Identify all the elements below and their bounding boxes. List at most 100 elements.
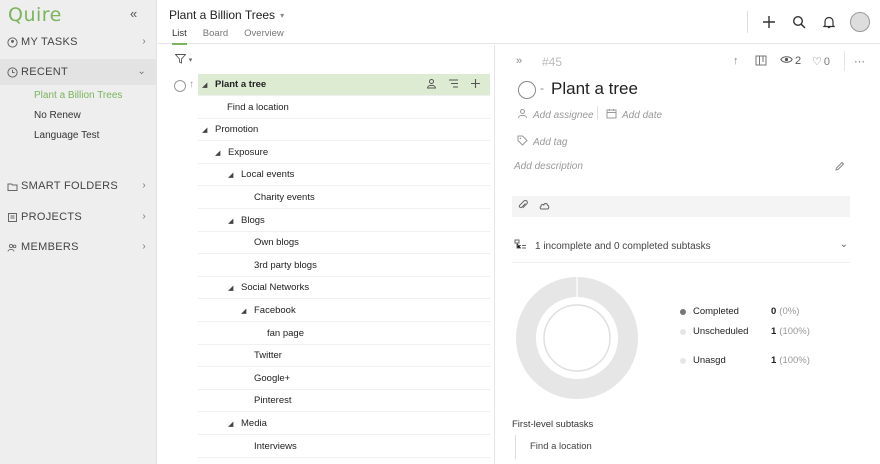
- watchers[interactable]: 2: [780, 55, 801, 67]
- legend-percent: (0%): [779, 306, 800, 317]
- filter-icon[interactable]: ▾: [174, 54, 192, 67]
- task-row[interactable]: ◢ Blogs: [198, 210, 490, 232]
- task-label: Google+: [254, 373, 291, 384]
- sidebar-item-smart-folders[interactable]: SMART FOLDERS ›: [0, 173, 157, 199]
- recent-item[interactable]: Plant a Billion Trees: [34, 90, 122, 101]
- recent-item[interactable]: No Renew: [34, 110, 81, 121]
- donut-outer-ring: [516, 277, 638, 399]
- chevron-down-icon[interactable]: ⌄: [840, 239, 848, 250]
- task-label: Interviews: [254, 441, 297, 452]
- task-row[interactable]: ◢ Promotion: [198, 119, 490, 141]
- tab-overview[interactable]: Overview: [244, 28, 284, 45]
- task-row[interactable]: ◢ Social Networks: [198, 277, 490, 299]
- recent-item[interactable]: Language Test: [34, 130, 99, 141]
- sidebar-item-label: MY TASKS: [21, 36, 78, 48]
- tab-board[interactable]: Board: [203, 28, 228, 45]
- divider: [512, 262, 850, 263]
- likes[interactable]: ♡ 0: [812, 55, 830, 69]
- board-icon[interactable]: [755, 55, 767, 69]
- task-row[interactable]: Own blogs: [198, 232, 490, 254]
- assignee-icon[interactable]: [426, 78, 437, 92]
- task-row[interactable]: Google+: [198, 368, 490, 390]
- user-circle-icon: [7, 36, 18, 48]
- sidebar-item-my-tasks[interactable]: MY TASKS ›: [0, 29, 157, 55]
- task-row-selected[interactable]: ◢ Plant a tree: [198, 74, 490, 96]
- task-row[interactable]: Interviews: [198, 436, 490, 458]
- task-title[interactable]: Plant a tree: [551, 79, 638, 99]
- subtasks-icon: [514, 239, 527, 253]
- task-row[interactable]: ◢ Media: [198, 413, 490, 435]
- task-row[interactable]: fan page: [198, 323, 490, 345]
- chevron-down-icon: ⌄: [137, 66, 146, 77]
- watcher-count: 2: [795, 55, 802, 67]
- task-label: Plant a tree: [215, 79, 267, 90]
- sidebar: Quire « MY TASKS › RECENT ⌄ Plant a Bill…: [0, 0, 157, 464]
- legend-unscheduled: Unscheduled 1 (100%): [680, 326, 810, 337]
- close-detail-icon[interactable]: »: [516, 55, 522, 67]
- task-label: Pinterest: [254, 395, 292, 406]
- add-date-button[interactable]: Add date: [606, 108, 662, 122]
- avatar[interactable]: [850, 12, 870, 32]
- task-row[interactable]: Charity events: [198, 187, 490, 209]
- add-description-field[interactable]: Add description: [514, 161, 583, 172]
- add-assignee-button[interactable]: Add assignee: [517, 108, 594, 122]
- task-detail-pane: » #45 ↑ 2 ♡ 0 ⋯ - Plant a tree Add assig…: [496, 45, 880, 464]
- sidebar-item-members[interactable]: MEMBERS ›: [0, 234, 157, 260]
- task-checkbox[interactable]: [174, 80, 186, 92]
- collapse-sidebar-icon[interactable]: «: [130, 6, 137, 21]
- like-count: 0: [823, 55, 830, 68]
- task-label: Promotion: [215, 124, 259, 135]
- cloud-drive-icon[interactable]: [539, 200, 550, 214]
- chevron-right-icon: ›: [142, 36, 146, 47]
- complete-checkbox[interactable]: [518, 81, 536, 99]
- project-icon: [7, 212, 18, 223]
- task-row[interactable]: ◢ Exposure: [198, 142, 490, 164]
- sidebar-item-recent[interactable]: RECENT ⌄: [0, 59, 157, 85]
- pencil-icon[interactable]: [834, 161, 845, 175]
- subtask-icon[interactable]: [448, 78, 459, 92]
- expand-triangle-icon[interactable]: ◢: [228, 420, 241, 428]
- project-title: Plant a Billion Trees: [169, 8, 276, 22]
- first-level-subtask-item[interactable]: Find a location: [530, 441, 592, 452]
- expand-triangle-icon[interactable]: ◢: [202, 126, 215, 134]
- legend-label: Unasgd: [693, 355, 726, 366]
- calendar-icon: [606, 108, 617, 122]
- task-row[interactable]: Find a location: [198, 97, 490, 119]
- task-label: Facebook: [254, 305, 296, 316]
- expand-triangle-icon[interactable]: ◢: [228, 217, 241, 225]
- task-row[interactable]: ◢ Local events: [198, 164, 490, 186]
- bell-icon[interactable]: [820, 13, 838, 31]
- task-row[interactable]: Pinterest: [198, 390, 490, 412]
- expand-triangle-icon[interactable]: ◢: [241, 307, 254, 315]
- legend-percent: (100%): [779, 326, 810, 337]
- priority-arrow-icon[interactable]: ↑: [189, 79, 194, 90]
- expand-triangle-icon[interactable]: ◢: [228, 171, 241, 179]
- paperclip-icon[interactable]: [518, 199, 529, 214]
- task-label: Find a location: [227, 102, 289, 113]
- task-label: fan page: [267, 328, 304, 339]
- add-tag-button[interactable]: Add tag: [517, 135, 567, 149]
- arrow-up-icon[interactable]: ↑: [733, 55, 739, 67]
- divider: [844, 51, 845, 71]
- dropdown-dash[interactable]: -: [540, 81, 544, 95]
- project-title-dropdown[interactable]: Plant a Billion Trees ▾: [169, 8, 284, 22]
- expand-triangle-icon[interactable]: ◢: [228, 284, 241, 292]
- search-icon[interactable]: [790, 13, 808, 31]
- more-options-icon[interactable]: ⋯: [854, 55, 865, 68]
- add-icon[interactable]: [760, 13, 778, 31]
- expand-triangle-icon[interactable]: ◢: [215, 149, 228, 157]
- tab-list[interactable]: List: [172, 28, 187, 45]
- expand-triangle-icon[interactable]: ◢: [202, 81, 215, 89]
- add-subtask-icon[interactable]: [470, 78, 481, 92]
- sidebar-item-projects[interactable]: PROJECTS ›: [0, 204, 157, 230]
- task-row[interactable]: 3rd party blogs: [198, 255, 490, 277]
- task-label: Blogs: [241, 215, 265, 226]
- donut-inner-ring: [543, 304, 611, 372]
- task-row[interactable]: Twitter: [198, 345, 490, 367]
- task-row[interactable]: ◢ Facebook: [198, 300, 490, 322]
- first-level-subtasks-heading: First-level subtasks: [512, 419, 594, 430]
- attachment-bar: [512, 196, 850, 217]
- legend-dot: [680, 308, 686, 315]
- legend-percent: (100%): [779, 355, 810, 366]
- chevron-right-icon: ›: [142, 211, 146, 222]
